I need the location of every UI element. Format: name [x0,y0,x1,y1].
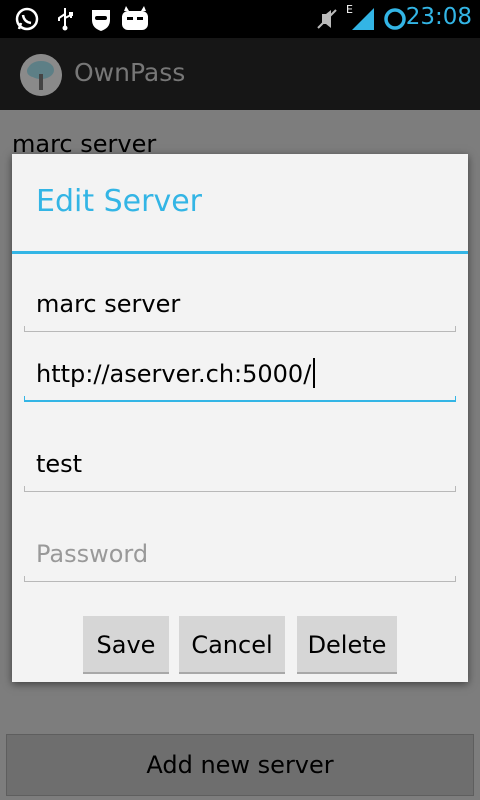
field-underline [24,396,456,402]
add-new-server-button[interactable]: Add new server [6,734,474,796]
action-bar: OwnPass [0,38,480,110]
sync-ring-icon [384,8,406,30]
app-title: OwnPass [74,58,186,87]
cancel-button[interactable]: Cancel [179,616,285,674]
status-bar: E 23:08 [0,0,480,38]
status-time: 23:08 [405,4,472,30]
whatsapp-icon [15,7,39,31]
server-name-value: marc server [36,290,181,318]
edge-signal-icon [352,8,374,30]
password-field[interactable]: Password [24,532,456,582]
username-value: test [36,450,83,478]
server-name-field[interactable]: marc server [24,282,456,332]
field-underline [24,326,456,332]
usb-icon [58,8,73,31]
privacy-guard-icon [92,10,110,31]
username-field[interactable]: test [24,442,456,492]
field-underline [24,486,456,492]
text-cursor [313,358,316,388]
server-url-field[interactable]: http://aserver.ch:5000/ [24,352,456,402]
delete-button[interactable]: Delete [297,616,397,674]
cyanogenmod-icon [122,6,148,30]
dialog-title: Edit Server [36,184,203,219]
server-url-value: http://aserver.ch:5000/ [36,360,312,388]
save-button[interactable]: Save [83,616,169,674]
edit-server-dialog: Edit Server marc server http://aserver.c… [12,154,468,682]
dialog-title-divider [12,251,468,254]
password-placeholder: Password [36,540,149,568]
mute-icon [317,9,337,29]
cloud-tree-icon[interactable] [20,54,62,96]
field-underline [24,576,456,582]
